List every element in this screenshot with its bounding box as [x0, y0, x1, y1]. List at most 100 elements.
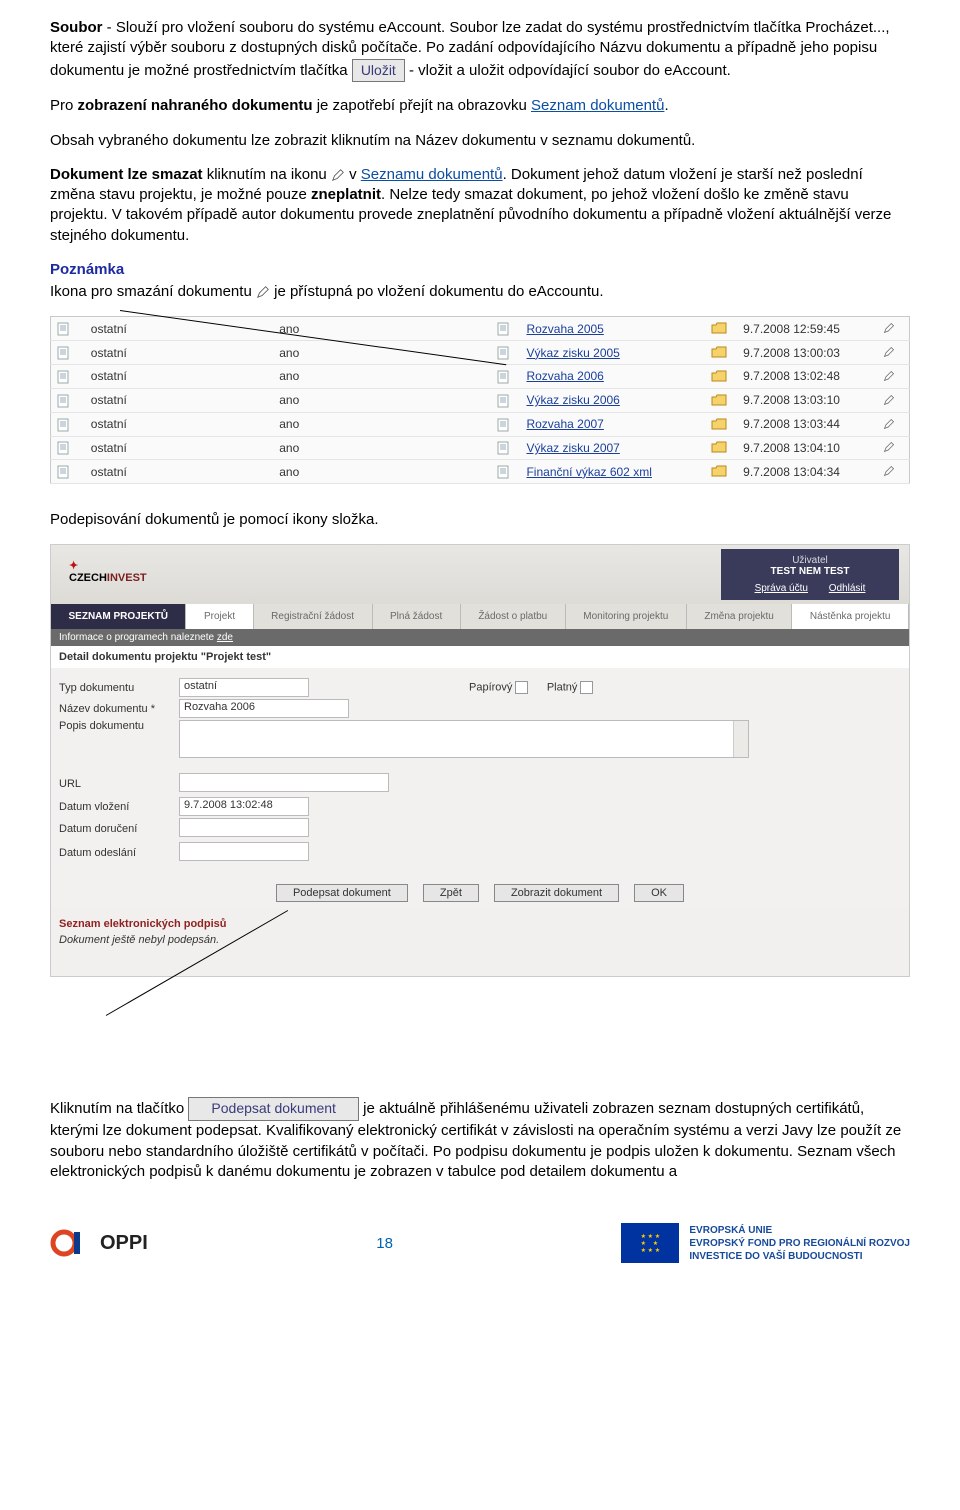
tab-plna-zadost[interactable]: Plná žádost — [373, 604, 461, 629]
doc-icon — [497, 370, 511, 384]
btn-podepsat[interactable]: Podepsat dokument — [276, 884, 408, 902]
doc-link[interactable]: Rozvaha 2007 — [526, 417, 603, 431]
cell-date: 9.7.2008 13:03:10 — [737, 388, 877, 412]
table-row: ostatníanoRozvaha 20059.7.2008 12:59:45 — [51, 317, 910, 341]
eu-flag-icon: ★ ★ ★★ ★★ ★ ★ — [621, 1223, 679, 1263]
tab-nastenka[interactable]: Nástěnka projektu — [792, 604, 909, 629]
doc-link[interactable]: Výkaz zisku 2007 — [526, 441, 619, 455]
doc-link[interactable]: Výkaz zisku 2005 — [526, 346, 619, 360]
table-row: ostatníano Výkaz zisku 2006 9.7.2008 13:03… — [51, 388, 910, 412]
link-odhlasit[interactable]: Odhlásit — [829, 583, 866, 594]
link-seznamu-dokumentu[interactable]: Seznamu dokumentů — [361, 166, 503, 183]
lbl-nazev: Název dokumentu * — [59, 703, 179, 715]
doc-table-wrap: ostatníanoRozvaha 20059.7.2008 12:59:45o… — [50, 316, 910, 484]
doc-link[interactable]: Výkaz zisku 2006 — [526, 393, 619, 407]
doc-icon — [497, 394, 511, 408]
pencil-delete-icon-2 — [256, 285, 270, 299]
info-bar: Informace o programech naleznete zde — [51, 629, 909, 646]
tab-monitoring[interactable]: Monitoring projektu — [566, 604, 687, 629]
para-zobrazeni: Pro zobrazení nahraného dokumentu je zap… — [50, 96, 910, 116]
doc-icon — [57, 346, 71, 360]
folder-open-icon[interactable] — [711, 370, 725, 384]
cell-flag: ano — [273, 365, 490, 389]
app-screenshot: ✦ CZECHINVEST Uživatel TEST NEM TEST Spr… — [50, 544, 910, 977]
pencil-icon[interactable] — [883, 370, 897, 384]
btn-zobrazit[interactable]: Zobrazit dokument — [494, 884, 619, 902]
btn-ulozit-inline[interactable]: Uložit — [352, 59, 405, 83]
table-row: ostatníano Rozvaha 2006 9.7.2008 13:02:48 — [51, 365, 910, 389]
pencil-icon[interactable] — [883, 346, 897, 360]
cell-type: ostatní — [85, 388, 273, 412]
lbl-datum-doruceni: Datum doručení — [59, 823, 179, 835]
pencil-icon[interactable] — [883, 465, 897, 479]
doc-link[interactable]: Finanční výkaz 602 xml — [526, 465, 651, 479]
val-datum-odeslani[interactable] — [179, 842, 309, 861]
folder-open-icon[interactable] — [711, 346, 725, 360]
doc-icon — [57, 441, 71, 455]
doc-icon — [57, 418, 71, 432]
val-nazev[interactable]: Rozvaha 2006 — [179, 699, 349, 718]
chk-platny[interactable] — [580, 681, 593, 694]
doc-icon — [57, 322, 71, 336]
cell-flag: ano — [273, 341, 490, 365]
note-body: Ikona pro smazání dokumentu je přístupná… — [50, 282, 910, 302]
val-datum-doruceni[interactable] — [179, 818, 309, 837]
chk-papirovy[interactable] — [515, 681, 528, 694]
tab-projekt[interactable]: Projekt — [186, 604, 253, 629]
sig-note: Dokument ještě nebyl podepsán. — [51, 932, 909, 976]
doc-icon — [497, 346, 511, 360]
pencil-icon[interactable] — [883, 394, 897, 408]
eu-block: ★ ★ ★★ ★★ ★ ★ EVROPSKÁ UNIE EVROPSKÝ FON… — [621, 1223, 910, 1263]
cell-date: 9.7.2008 12:59:45 — [737, 317, 877, 341]
link-seznam-dokumentu[interactable]: Seznam dokumentů — [531, 97, 664, 114]
link-zde[interactable]: zde — [217, 632, 233, 643]
cell-flag: ano — [273, 388, 490, 412]
cell-type: ostatní — [85, 460, 273, 484]
oppi-logo: OPPI — [50, 1222, 148, 1264]
table-row: ostatníanoVýkaz zisku 20079.7.2008 13:04… — [51, 436, 910, 460]
tab-zadost-o-platbu[interactable]: Žádost o platbu — [461, 604, 566, 629]
btn-zpet[interactable]: Zpět — [423, 884, 479, 902]
val-typ[interactable]: ostatní — [179, 678, 309, 697]
page-footer: OPPI 18 ★ ★ ★★ ★★ ★ ★ EVROPSKÁ UNIE EVRO… — [50, 1222, 910, 1264]
folder-open-icon[interactable] — [711, 394, 725, 408]
pencil-icon[interactable] — [883, 441, 897, 455]
pencil-icon[interactable] — [883, 322, 897, 336]
cell-type: ostatní — [85, 365, 273, 389]
pencil-icon[interactable] — [883, 418, 897, 432]
cell-date: 9.7.2008 13:02:48 — [737, 365, 877, 389]
pencil-delete-icon — [331, 168, 345, 182]
val-datum-vlozeni[interactable]: 9.7.2008 13:02:48 — [179, 797, 309, 816]
para-kliknutim: Kliknutím na tlačítko Podepsat dokument … — [50, 1097, 910, 1182]
btn-podepsat-inline[interactable]: Podepsat dokument — [188, 1097, 359, 1121]
user-label: Uživatel — [735, 555, 885, 566]
user-name: TEST NEM TEST — [735, 566, 885, 577]
folder-open-icon[interactable] — [711, 418, 725, 432]
folder-open-icon[interactable] — [711, 322, 725, 336]
tab-zmena-projektu[interactable]: Změna projektu — [687, 604, 793, 629]
btn-ok[interactable]: OK — [634, 884, 684, 902]
lbl-datum-odeslani: Datum odeslání — [59, 847, 179, 859]
cell-flag: ano — [273, 436, 490, 460]
val-popis[interactable] — [179, 720, 749, 758]
doc-link[interactable]: Rozvaha 2005 — [526, 322, 603, 336]
cell-date: 9.7.2008 13:00:03 — [737, 341, 877, 365]
doc-icon — [57, 465, 71, 479]
link-sprava-uctu[interactable]: Správa účtu — [755, 583, 808, 594]
tab-registracni-zadost[interactable]: Registrační žádost — [254, 604, 373, 629]
documents-table: ostatníanoRozvaha 20059.7.2008 12:59:45o… — [50, 316, 910, 484]
lbl-popis: Popis dokumentu — [59, 720, 179, 732]
doc-icon — [497, 322, 511, 336]
folder-open-icon[interactable] — [711, 441, 725, 455]
cell-type: ostatní — [85, 436, 273, 460]
val-url[interactable] — [179, 773, 389, 792]
czechinvest-logo: ✦ CZECHINVEST — [69, 559, 147, 584]
tab-seznam-projektu[interactable]: SEZNAM PROJEKTŮ — [51, 604, 186, 629]
doc-icon — [497, 465, 511, 479]
lbl-datum-vlozeni: Datum vložení — [59, 801, 179, 813]
doc-link[interactable]: Rozvaha 2006 — [526, 369, 603, 383]
folder-open-icon[interactable] — [711, 465, 725, 479]
page-number: 18 — [376, 1235, 393, 1252]
table-row: ostatníanoRozvaha 20079.7.2008 13:03:44 — [51, 412, 910, 436]
cell-flag: ano — [273, 412, 490, 436]
